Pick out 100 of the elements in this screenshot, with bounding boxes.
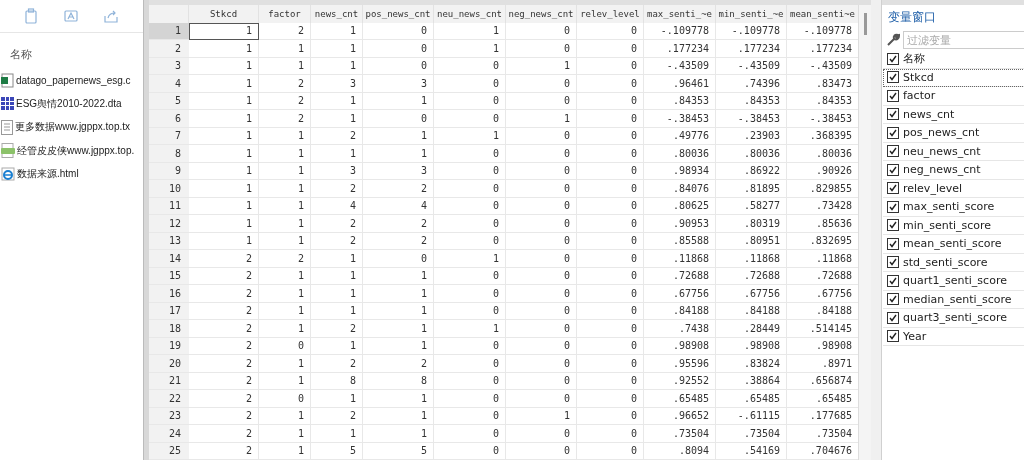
column-header[interactable]: max_senti_~e [644,5,716,23]
variable-item[interactable]: pos_news_cnt [883,124,1024,143]
variable-item[interactable]: neu_news_cnt [883,142,1024,161]
table-cell: 2 [259,250,311,268]
filter-field[interactable]: 过滤变量 [903,31,1024,49]
table-cell: .11868 [716,250,787,268]
checkbox[interactable] [887,182,899,195]
checkbox[interactable] [887,126,899,139]
checkbox[interactable] [887,311,899,324]
row-number[interactable]: 20 [149,355,189,373]
column-header[interactable]: relev_level [577,5,644,23]
row-number[interactable]: 4 [149,75,189,93]
table-cell: 1 [506,407,577,425]
variable-name: quart3_senti_score [903,311,1007,325]
table-cell: 0 [577,110,644,128]
variable-item[interactable]: relev_level [883,179,1024,198]
table-cell: .95596 [644,355,716,373]
table-cell: -.38453 [644,110,716,128]
variable-item[interactable]: mean_senti_score [883,235,1024,254]
table-cell: 0 [577,197,644,215]
row-number[interactable]: 16 [149,285,189,303]
checkbox[interactable] [887,52,899,65]
table-cell: 0 [434,197,506,215]
table-cell: 1 [189,57,259,75]
table-cell: 1 [311,267,363,285]
column-header[interactable]: min_senti_~e [716,5,787,23]
table-cell: .84353 [716,92,787,110]
variable-name: min_senti_score [903,218,992,232]
variable-item[interactable]: std_senti_score [883,253,1024,272]
file-name[interactable]: 经管皮皮侠www.jgppx.top. [17,143,135,158]
variable-item[interactable]: quart3_senti_score [883,309,1024,328]
table-cell: 0 [363,22,434,40]
row-number[interactable]: 2 [149,40,189,58]
variable-name: Stkcd [903,70,934,84]
checkbox[interactable] [887,71,899,84]
variable-item[interactable]: Stkcd [883,68,1024,87]
column-header[interactable]: mean_senti~e [787,5,859,23]
column-header[interactable]: factor [259,5,311,23]
file-name[interactable]: 更多数据www.jgppx.top.tx [15,120,131,135]
variable-item[interactable]: max_senti_score [883,198,1024,217]
checkbox[interactable] [887,200,899,213]
variable-item[interactable]: news_cnt [883,105,1024,124]
checkbox[interactable] [887,163,899,176]
table-cell: 2 [363,232,434,250]
checkbox[interactable] [887,237,899,250]
table-cell: 1 [363,145,434,163]
file-name[interactable]: ESG舆情2010-2022.dta [16,96,122,111]
row-number[interactable]: 8 [149,145,189,163]
wrench-icon[interactable] [886,33,900,47]
column-header[interactable]: pos_news_cnt [363,5,434,23]
table-cell: 3 [363,75,434,93]
row-number[interactable]: 6 [149,110,189,128]
table-cell: 2 [259,22,311,40]
table-cell: 1 [434,127,506,145]
table-cell: .96652 [644,407,716,425]
table-cell: 0 [363,110,434,128]
variable-item[interactable]: min_senti_score [883,216,1024,235]
row-number[interactable]: 10 [149,180,189,198]
table-cell: 0 [434,267,506,285]
row-number[interactable]: 22 [149,390,189,408]
clipboard-icon[interactable] [24,8,38,24]
table-cell: 0 [577,267,644,285]
variable-item[interactable]: factor [883,87,1024,106]
checkbox[interactable] [887,219,899,232]
table-cell: 1 [259,355,311,373]
row-number[interactable]: 24 [149,425,189,443]
table-cell: .73504 [644,425,716,443]
variable-item[interactable]: median_senti_score [883,290,1024,309]
table-cell: 0 [434,372,506,390]
table-cell: .98908 [716,337,787,355]
checkbox[interactable] [887,293,899,306]
checkbox[interactable] [887,89,899,102]
table-cell: 0 [434,302,506,320]
file-name[interactable]: 数据来源.html [17,166,79,181]
variable-item[interactable]: quart1_senti_score [883,272,1024,291]
column-header[interactable]: neu_news_cnt [434,5,506,23]
table-cell: 0 [506,75,577,93]
scrollbar[interactable] [858,5,871,460]
file-name[interactable]: datago_papernews_esg.c [16,75,131,87]
row-number[interactable]: 18 [149,320,189,338]
column-header[interactable]: 名称 [0,39,143,69]
checkbox[interactable] [887,274,899,287]
column-header[interactable]: news_cnt [311,5,363,23]
checkbox[interactable] [887,145,899,158]
table-cell: .65485 [644,390,716,408]
column-header[interactable]: 名称 [903,51,925,67]
variable-item[interactable]: Year [883,327,1024,346]
table-cell: 1 [259,127,311,145]
checkbox[interactable] [887,108,899,121]
checkbox[interactable] [887,330,899,343]
table-cell: 1 [189,215,259,233]
checkbox[interactable] [887,256,899,269]
variable-item[interactable]: neg_news_cnt [883,161,1024,180]
table-cell: 0 [506,337,577,355]
row-number[interactable]: 14 [149,250,189,268]
table-cell: 0 [434,57,506,75]
column-header[interactable]: neg_news_cnt [506,5,577,23]
row-number[interactable]: 12 [149,215,189,233]
table-cell: 2 [189,320,259,338]
column-header[interactable]: Stkcd [189,5,259,23]
